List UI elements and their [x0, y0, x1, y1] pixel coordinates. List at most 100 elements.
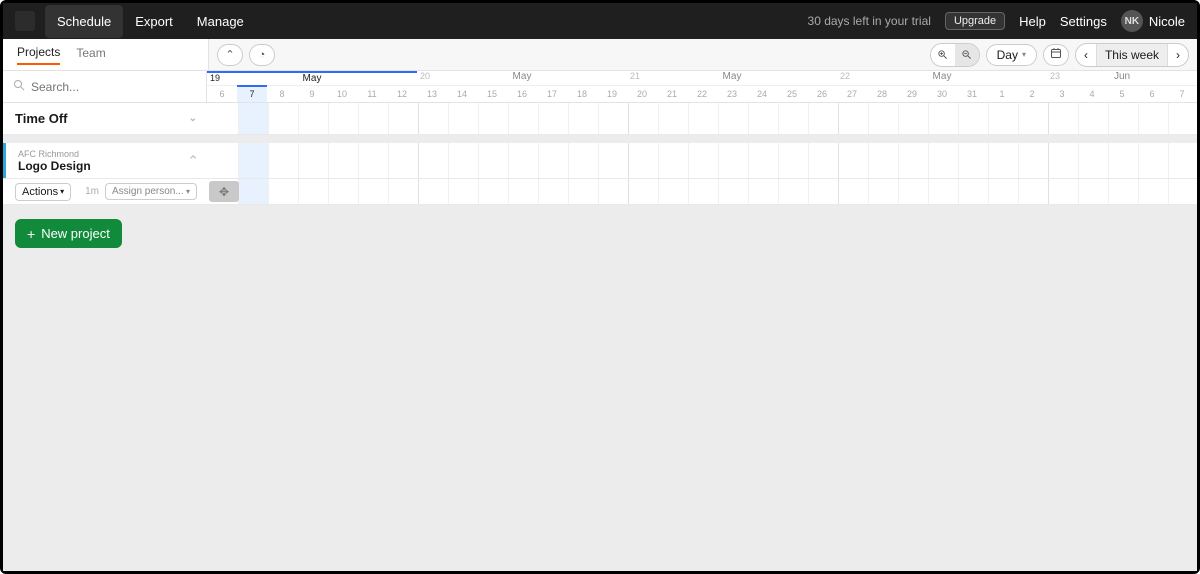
next-range-button[interactable]: › [1167, 44, 1188, 66]
day-header[interactable]: 18 [567, 86, 597, 102]
day-header[interactable]: 3 [1047, 86, 1077, 102]
zoom-out-button[interactable] [955, 44, 979, 66]
chevron-left-icon: ‹ [1084, 48, 1088, 62]
help-link[interactable]: Help [1019, 14, 1046, 29]
timeline-header: 19May20May21May22May23Jun 67891011121314… [207, 71, 1197, 102]
nav-export[interactable]: Export [123, 5, 185, 38]
header-row: 19May20May21May22May23Jun 67891011121314… [3, 71, 1197, 103]
assign-row: Actions ▾ 1m Assign person... ▾ ✥ [3, 179, 1197, 205]
week-header: 23Jun [1047, 71, 1197, 85]
month-label: Jun [1114, 71, 1130, 82]
trial-text: 30 days left in your trial [808, 14, 931, 28]
assign-placeholder: Assign person... [112, 186, 184, 197]
day-header[interactable]: 5 [1107, 86, 1137, 102]
zoom-level-label: Day [997, 48, 1018, 62]
day-header[interactable]: 30 [927, 86, 957, 102]
new-project-button[interactable]: + New project [15, 219, 122, 248]
new-project-label: New project [41, 226, 110, 241]
user-menu[interactable]: NK Nicole [1121, 10, 1185, 32]
day-header[interactable]: 4 [1077, 86, 1107, 102]
day-header[interactable]: 21 [657, 86, 687, 102]
calendar-icon [1050, 47, 1062, 62]
day-header[interactable]: 15 [477, 86, 507, 102]
project-name: Logo Design [18, 159, 197, 173]
assign-grid[interactable]: ✥ [209, 179, 1197, 204]
jump-today-button[interactable]: ◔ [249, 44, 275, 66]
collapse-all-button[interactable]: ⌃ [217, 44, 243, 66]
range-nav: ‹ This week › [1075, 43, 1189, 67]
rows: Time Off ⌄ AFC Richmond Logo Design ⌃ [3, 103, 1197, 205]
zoom-level-select[interactable]: Day ▾ [986, 44, 1037, 66]
nav-schedule[interactable]: Schedule [45, 5, 123, 38]
topbar-left: Schedule Export Manage [15, 5, 256, 38]
week-header: 22May [837, 71, 1047, 85]
week-header: 20May [417, 71, 627, 85]
week-header: 19May [207, 71, 417, 85]
upgrade-button[interactable]: Upgrade [945, 12, 1005, 30]
chevron-down-icon: ▾ [186, 187, 190, 196]
day-header[interactable]: 6 [207, 86, 237, 102]
day-header[interactable]: 13 [417, 86, 447, 102]
plus-icon: + [27, 227, 35, 241]
day-header[interactable]: 7 [237, 86, 267, 102]
day-header[interactable]: 29 [897, 86, 927, 102]
month-label: May [933, 71, 952, 82]
topbar-right: 30 days left in your trial Upgrade Help … [808, 10, 1185, 32]
day-header[interactable]: 20 [627, 86, 657, 102]
empty-area: + New project [3, 205, 1197, 571]
chevron-down-icon: ⌄ [189, 113, 197, 124]
zoom-in-button[interactable] [931, 44, 955, 66]
collapse-icon: ⌃ [225, 48, 234, 61]
tab-team[interactable]: Team [76, 46, 105, 64]
prev-range-button[interactable]: ‹ [1076, 44, 1096, 66]
task-block[interactable]: ✥ [209, 181, 239, 202]
section-timeoff-header[interactable]: Time Off ⌄ [3, 103, 209, 134]
tab-projects[interactable]: Projects [17, 45, 60, 65]
duration-label: 1m [85, 186, 99, 197]
move-icon: ✥ [219, 185, 229, 199]
toolbar-right: ⌃ ◔ Day ▾ ‹ This week › [209, 39, 1197, 70]
chevron-up-icon: ⌃ [187, 152, 199, 169]
actions-button[interactable]: Actions ▾ [15, 183, 71, 201]
day-header[interactable]: 11 [357, 86, 387, 102]
day-header[interactable]: 6 [1137, 86, 1167, 102]
section-timeoff: Time Off ⌄ [3, 103, 1197, 135]
day-header[interactable]: 16 [507, 86, 537, 102]
range-label-button[interactable]: This week [1096, 44, 1167, 66]
day-header[interactable]: 12 [387, 86, 417, 102]
day-header[interactable]: 31 [957, 86, 987, 102]
week-header: 21May [627, 71, 837, 85]
project-header[interactable]: AFC Richmond Logo Design ⌃ [3, 143, 209, 178]
section-timeoff-label: Time Off [15, 111, 68, 126]
toolbar: Projects Team ⌃ ◔ Day ▾ ‹ [3, 39, 1197, 71]
day-header[interactable]: 24 [747, 86, 777, 102]
app-logo[interactable] [15, 11, 35, 31]
section-timeoff-grid[interactable] [209, 103, 1197, 134]
day-header[interactable]: 2 [1017, 86, 1047, 102]
day-header[interactable]: 14 [447, 86, 477, 102]
day-header[interactable]: 25 [777, 86, 807, 102]
search-input[interactable] [31, 80, 196, 94]
day-header[interactable]: 17 [537, 86, 567, 102]
actions-label: Actions [22, 186, 58, 198]
day-header[interactable]: 1 [987, 86, 1017, 102]
chevron-right-icon: › [1176, 48, 1180, 62]
day-header[interactable]: 8 [267, 86, 297, 102]
day-header[interactable]: 22 [687, 86, 717, 102]
clock-icon: ◔ [259, 49, 266, 61]
day-header[interactable]: 23 [717, 86, 747, 102]
day-header[interactable]: 10 [327, 86, 357, 102]
settings-link[interactable]: Settings [1060, 14, 1107, 29]
day-header[interactable]: 28 [867, 86, 897, 102]
project-row: AFC Richmond Logo Design ⌃ [3, 143, 1197, 179]
day-header[interactable]: 9 [297, 86, 327, 102]
assign-person-select[interactable]: Assign person... ▾ [105, 183, 197, 200]
day-header[interactable]: 7 [1167, 86, 1197, 102]
day-header[interactable]: 19 [597, 86, 627, 102]
day-header[interactable]: 26 [807, 86, 837, 102]
zoom-group [930, 43, 980, 67]
calendar-button[interactable] [1043, 44, 1069, 66]
nav-manage[interactable]: Manage [185, 5, 256, 38]
day-header[interactable]: 27 [837, 86, 867, 102]
project-grid[interactable] [209, 143, 1197, 178]
